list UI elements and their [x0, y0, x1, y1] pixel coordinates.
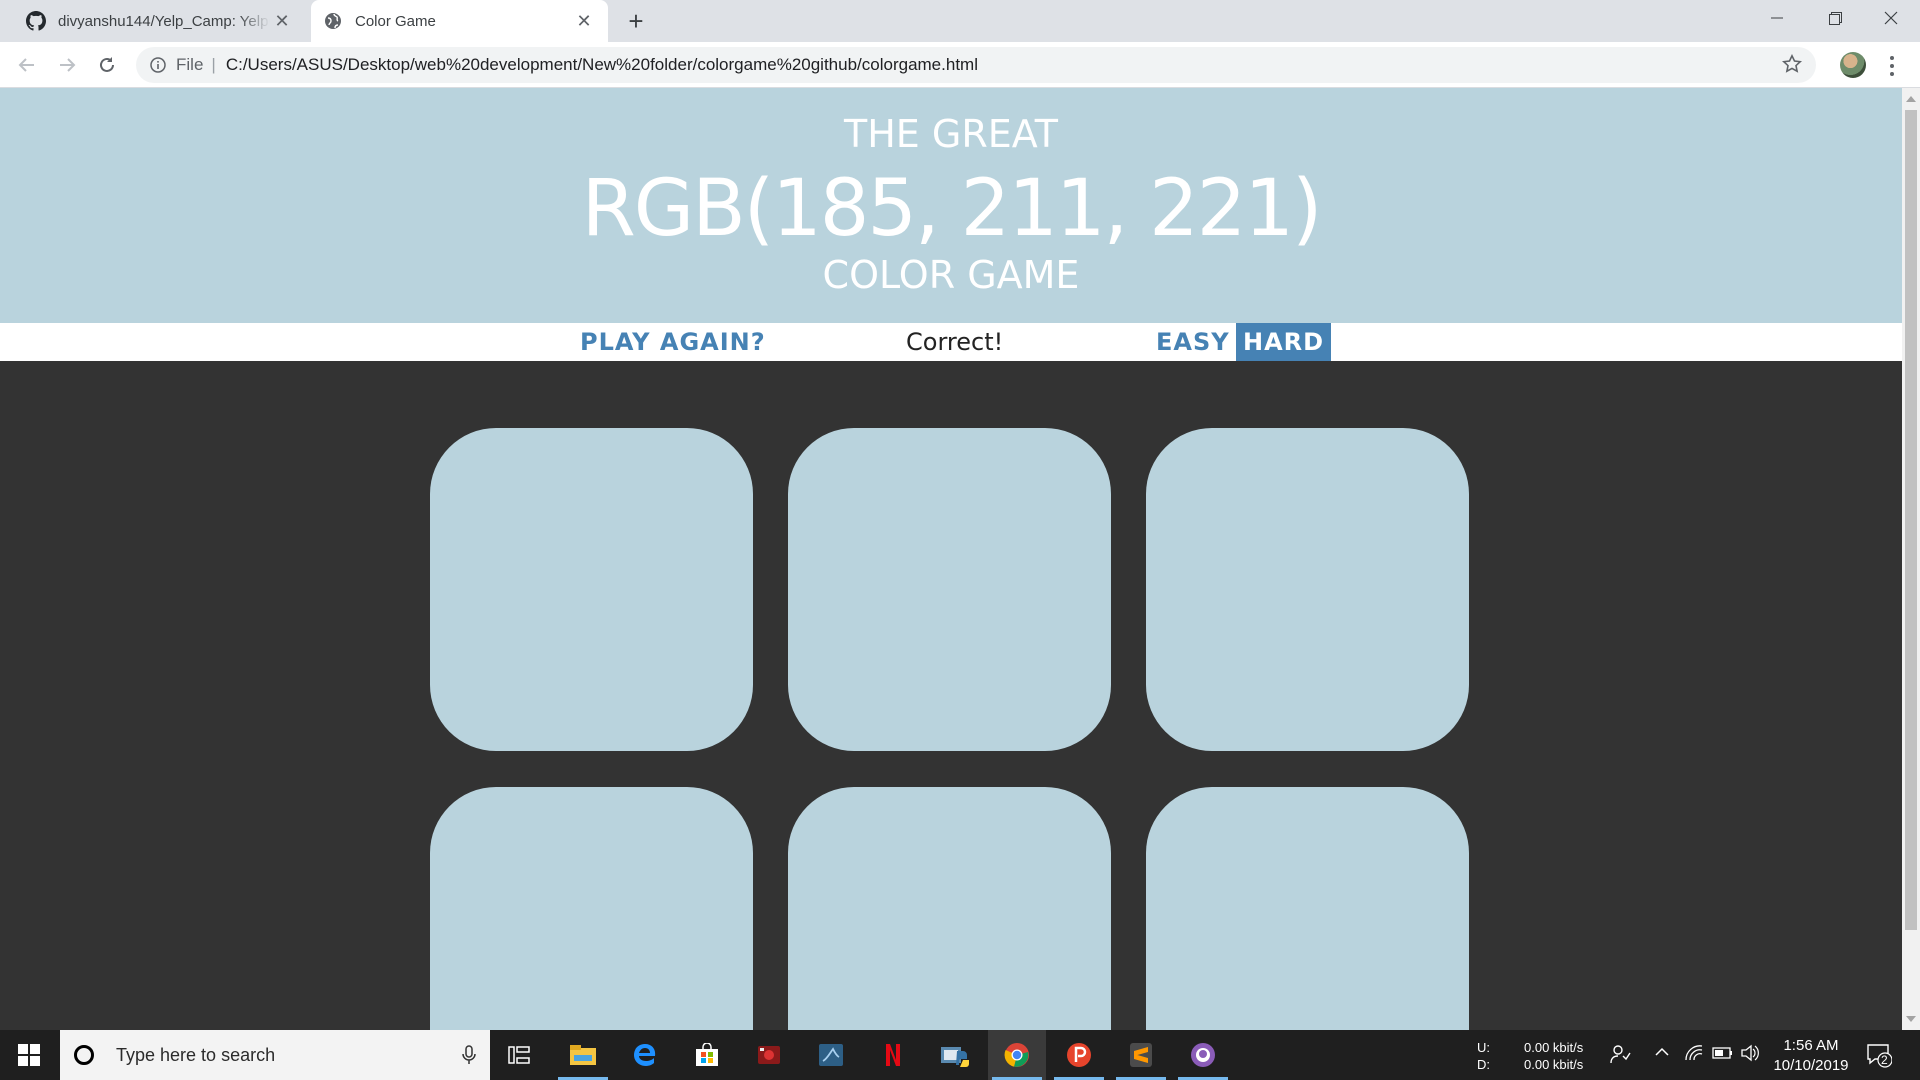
url-separator: |: [211, 55, 216, 74]
browser-menu-icon[interactable]: [1882, 54, 1902, 78]
chrome-icon[interactable]: [988, 1030, 1046, 1080]
forward-arrow-icon[interactable]: [52, 50, 82, 80]
minimize-icon[interactable]: [1748, 0, 1806, 36]
color-square[interactable]: [430, 428, 753, 751]
browser-toolbar: File | C:/Users/ASUS/Desktop/web%20devel…: [0, 42, 1920, 88]
tab-title: divyanshu144/Yelp_Camp: YelpCamp: [58, 12, 270, 30]
scroll-down-icon[interactable]: [1906, 1016, 1916, 1022]
tab-close-icon[interactable]: ✕: [572, 9, 596, 33]
net-up-speed: 0.00 kbit/s: [1524, 1040, 1584, 1055]
scroll-up-icon[interactable]: [1906, 96, 1916, 102]
control-stripe: PLAY AGAIN? Correct! EASY HARD: [0, 323, 1902, 361]
net-down-speed: 0.00 kbit/s: [1524, 1057, 1584, 1072]
close-window-icon[interactable]: [1862, 0, 1920, 36]
address-bar[interactable]: File | C:/Users/ASUS/Desktop/web%20devel…: [136, 47, 1816, 83]
color-square[interactable]: [430, 787, 753, 1030]
tab-title: Color Game: [355, 12, 436, 30]
wifi-icon[interactable]: [1684, 1044, 1704, 1065]
volume-icon[interactable]: [1740, 1044, 1760, 1065]
header-subtitle: THE GREAT: [844, 112, 1058, 156]
back-arrow-icon[interactable]: [12, 50, 42, 80]
clock-time: 1:56 AM: [1783, 1037, 1839, 1054]
store-icon[interactable]: [678, 1030, 736, 1080]
battery-icon[interactable]: [1712, 1045, 1734, 1064]
file-explorer-icon[interactable]: [554, 1030, 612, 1080]
people-icon[interactable]: [1610, 1043, 1632, 1070]
net-up-label: U:: [1477, 1040, 1490, 1055]
github-desktop-icon[interactable]: [1174, 1030, 1232, 1080]
netflix-icon[interactable]: [864, 1030, 922, 1080]
reload-icon[interactable]: [92, 50, 122, 80]
new-tab-button[interactable]: +: [620, 6, 652, 36]
color-display: RGB(185, 211, 221): [581, 164, 1323, 254]
hard-mode-button[interactable]: HARD: [1236, 323, 1332, 361]
microphone-icon[interactable]: [462, 1045, 476, 1070]
tab-strip: divyanshu144/Yelp_Camp: YelpCamp ✕ Color…: [0, 0, 1920, 42]
postman-icon[interactable]: [1050, 1030, 1108, 1080]
url-text[interactable]: C:/Users/ASUS/Desktop/web%20development/…: [226, 55, 978, 75]
globe-icon: [323, 11, 343, 31]
mysql-workbench-icon[interactable]: [802, 1030, 860, 1080]
tab-yelp-camp[interactable]: divyanshu144/Yelp_Camp: YelpCamp ✕: [14, 0, 306, 42]
python-icon[interactable]: [926, 1030, 984, 1080]
message-display: Correct!: [906, 328, 1004, 356]
page-viewport: THE GREAT RGB(185, 211, 221) COLOR GAME …: [0, 88, 1902, 1030]
info-icon[interactable]: [150, 57, 170, 73]
play-again-button[interactable]: PLAY AGAIN?: [573, 323, 773, 361]
system-clock[interactable]: 1:56 AM 10/10/2019: [1762, 1036, 1860, 1076]
color-square[interactable]: [1146, 428, 1469, 751]
page-scrollbar[interactable]: [1902, 88, 1920, 1030]
sublime-text-icon[interactable]: [1112, 1030, 1170, 1080]
tab-close-icon[interactable]: ✕: [270, 9, 294, 33]
net-down-label: D:: [1477, 1057, 1490, 1072]
profile-avatar[interactable]: [1840, 52, 1866, 78]
url-scheme: File: [176, 55, 204, 74]
taskbar-search-box[interactable]: Type here to search: [60, 1030, 490, 1080]
color-square[interactable]: [1146, 787, 1469, 1030]
game-header: THE GREAT RGB(185, 211, 221) COLOR GAME: [0, 88, 1902, 323]
cortana-icon: [74, 1045, 94, 1065]
notification-center-icon[interactable]: 2: [1866, 1042, 1893, 1071]
search-placeholder: Type here to search: [116, 1044, 276, 1065]
chevron-up-icon[interactable]: [1654, 1044, 1670, 1063]
easy-mode-button[interactable]: EASY: [1149, 323, 1237, 361]
bookmark-star-icon[interactable]: [1781, 53, 1803, 79]
media-app-icon[interactable]: [740, 1030, 798, 1080]
header-title: COLOR GAME: [822, 253, 1080, 297]
restore-icon[interactable]: [1806, 0, 1864, 36]
task-view-icon[interactable]: [490, 1030, 548, 1080]
color-square[interactable]: [788, 787, 1111, 1030]
clock-date: 10/10/2019: [1773, 1057, 1849, 1074]
windows-start-icon[interactable]: [0, 1030, 58, 1080]
github-icon: [26, 11, 46, 31]
tab-color-game[interactable]: Color Game ✕: [311, 0, 608, 42]
scrollbar-thumb[interactable]: [1905, 110, 1917, 930]
edge-icon[interactable]: [616, 1030, 674, 1080]
color-square[interactable]: [788, 428, 1111, 751]
taskbar: Type here to search U: D: 0.00 kbit/s 0.…: [0, 1030, 1920, 1080]
notification-count: 2: [1881, 1053, 1888, 1067]
